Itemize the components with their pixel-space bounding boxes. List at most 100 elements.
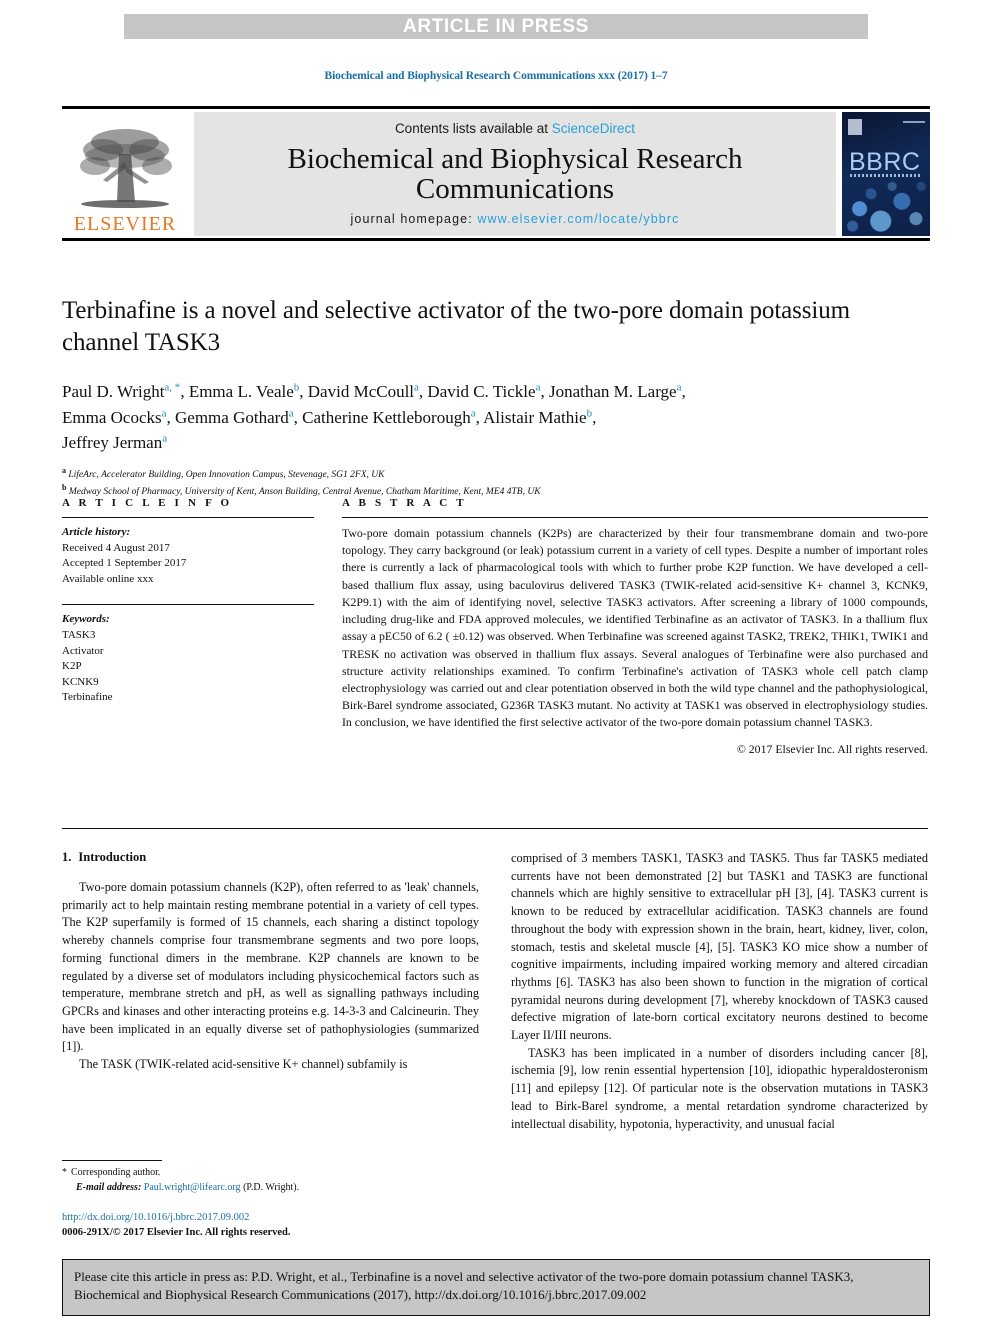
article-info-column: A R T I C L E I N F O Article history: R… [62, 497, 314, 757]
article-info-heading: A R T I C L E I N F O [62, 497, 233, 509]
author-list: Paul D. Wrighta, *, Emma L. Vealeb, Davi… [62, 381, 686, 452]
footnote-email: E-mail address: Paul.wright@lifearc.org … [62, 1181, 479, 1196]
abstract-text: Two-pore domain potassium channels (K2Ps… [342, 526, 928, 730]
contents-lists-prefix: Contents lists available at [394, 121, 552, 136]
article-history-label: Article history: [62, 526, 131, 538]
elsevier-logo: ELSEVIER [62, 112, 188, 236]
author-name: Alistair Mathie [483, 407, 587, 427]
affiliation-item: a LifeArc, Accelerator Building, Open In… [62, 465, 928, 482]
author-affiliation-mark: a [470, 406, 476, 419]
contents-lists-line: Contents lists available at ScienceDirec… [194, 121, 836, 136]
author-affiliation-mark: a [161, 406, 167, 419]
abstract-column: A B S T R A C T Two-pore domain potassiu… [342, 497, 928, 757]
doi-and-issn-block: http://dx.doi.org/10.1016/j.bbrc.2017.09… [62, 1210, 479, 1240]
bbrc-publisher-mark-icon [848, 119, 862, 135]
article-page: ARTICLE IN PRESS Biochemical and Biophys… [0, 0, 992, 1323]
citation-footer-box: Please cite this article in press as: P.… [62, 1259, 930, 1316]
article-history-item: Available online xxx [62, 572, 154, 585]
title-block: Terbinafine is a novel and selective act… [62, 295, 928, 499]
keywords-block: Keywords: TASK3 Activator K2P KCNK9 Terb… [62, 612, 314, 706]
issn-copyright-line: 0006-291X/© 2017 Elsevier Inc. All right… [62, 1227, 291, 1239]
author-affiliation-mark: a [535, 381, 541, 394]
body-column-left: 1. Introduction Two-pore domain potassium… [62, 850, 479, 1238]
author-name: David C. Tickle [427, 382, 536, 401]
footnote-rule [62, 1160, 162, 1161]
intro-paragraph-2: The TASK (TWIK-related acid-sensitive K+… [79, 1057, 408, 1072]
email-label: E-mail address: [76, 1181, 142, 1193]
footnote-corresponding-text: Corresponding author. [71, 1167, 161, 1178]
author-affiliation-mark: b [586, 406, 593, 419]
journal-homepage-line: journal homepage: www.elsevier.com/locat… [194, 212, 836, 226]
article-info-rule [62, 517, 314, 518]
author-affiliation-mark: a [676, 381, 682, 394]
abstract-heading: A B S T R A C T [342, 497, 467, 509]
author-name: Paul D. Wright [62, 382, 165, 401]
article-in-press-label: ARTICLE IN PRESS [403, 15, 589, 37]
keyword-item: TASK3 [62, 629, 96, 642]
intro-paragraph-4: TASK3 has been implicated in a number of… [511, 1045, 928, 1131]
keyword-item: K2P [62, 660, 82, 673]
author-name: Jonathan M. Large [548, 382, 677, 401]
article-history-block: Article history: Received 4 August 2017 … [62, 525, 314, 587]
intro-paragraph-3: comprised of 3 members TASK1, TASK3 and … [511, 851, 928, 1043]
sciencedirect-link[interactable]: ScienceDirect [552, 121, 635, 136]
bbrc-cover-topright-rule [903, 121, 925, 123]
affiliation-text: Medway School of Pharmacy, University of… [68, 487, 541, 498]
article-in-press-banner: ARTICLE IN PRESS [124, 14, 868, 39]
author-affiliation-mark: a, * [164, 381, 181, 394]
introduction-heading-label: Introduction [78, 850, 147, 864]
author-name: Jeffrey Jerman [62, 433, 163, 452]
keywords-rule [62, 604, 314, 606]
body-separator-rule [62, 828, 928, 829]
keyword-item: Terbinafine [62, 691, 113, 704]
keyword-item: KCNK9 [62, 675, 99, 688]
journal-title: Biochemical and Biophysical Research Com… [287, 142, 743, 205]
author-affiliation-mark: b [293, 381, 300, 394]
author-name: David McCoull [307, 382, 415, 401]
bbrc-cover-title: BBRC [849, 148, 921, 176]
info-and-abstract: A R T I C L E I N F O Article history: R… [62, 497, 928, 757]
footnote-star-mark: * [62, 1167, 67, 1178]
author-affiliation-mark: a [162, 432, 168, 445]
footnote-corresponding: * Corresponding author. [62, 1166, 479, 1181]
intro-paragraph-1: Two-pore domain potassium channels (K2P)… [62, 880, 479, 1054]
email-suffix: (P.D. Wright). [243, 1181, 300, 1193]
homepage-prefix: journal homepage: [350, 212, 478, 226]
bbrc-journal-cover: BBRC [842, 112, 930, 236]
email-link[interactable]: Paul.wright@lifearc.org [144, 1182, 241, 1193]
journal-running-head: Biochemical and Biophysical Research Com… [324, 70, 668, 82]
keyword-item: Activator [62, 644, 104, 657]
author-affiliation-mark: a [288, 406, 294, 419]
article-history-item: Accepted 1 September 2017 [62, 557, 187, 570]
author-name: Emma L. Veale [188, 382, 294, 401]
body-columns: 1. Introduction Two-pore domain potassium… [62, 850, 928, 1238]
elsevier-tree-icon [80, 129, 172, 208]
corresponding-author-footnote: * Corresponding author. E-mail address: P… [62, 1160, 479, 1195]
affiliation-mark: b [62, 482, 67, 492]
keywords-label: Keywords: [62, 613, 110, 626]
author-affiliation-mark: a [414, 381, 419, 394]
introduction-number: 1. [62, 850, 72, 864]
doi-link[interactable]: http://dx.doi.org/10.1016/j.bbrc.2017.09… [62, 1210, 479, 1225]
masthead-center-panel: Contents lists available at ScienceDirec… [194, 112, 836, 236]
affiliation-mark: a [62, 465, 66, 475]
body-column-right: comprised of 3 members TASK1, TASK3 and … [511, 850, 928, 1133]
article-history-item: Received 4 August 2017 [62, 541, 170, 554]
abstract-rule [342, 517, 928, 518]
author-name: Emma Ococks [62, 407, 162, 427]
journal-masthead: ELSEVIER Contents lists available at Sci… [62, 106, 930, 241]
article-title: Terbinafine is a novel and selective act… [62, 297, 851, 356]
abstract-copyright: © 2017 Elsevier Inc. All rights reserved… [736, 741, 928, 756]
bbrc-cover-subtitle-rule [850, 174, 920, 177]
masthead-top-rule [62, 106, 930, 109]
author-name: Gemma Gothard [175, 407, 289, 427]
affiliation-text: LifeArc, Accelerator Building, Open Inno… [68, 469, 385, 480]
introduction-heading: 1. Introduction [62, 850, 479, 865]
citation-footer-text: Please cite this article in press as: P.… [74, 1269, 854, 1303]
author-name: Catherine Kettleborough [302, 407, 471, 427]
masthead-bottom-rule [62, 238, 930, 241]
affiliation-list: a LifeArc, Accelerator Building, Open In… [62, 465, 928, 500]
homepage-url-link[interactable]: www.elsevier.com/locate/ybbrc [477, 212, 679, 226]
elsevier-wordmark: ELSEVIER [73, 213, 177, 235]
